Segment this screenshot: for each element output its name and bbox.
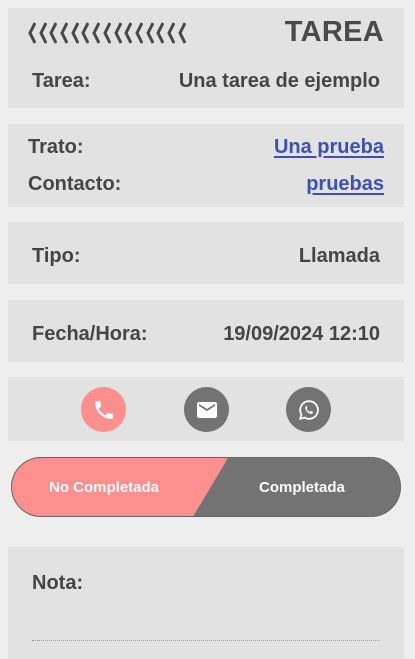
chevron-left-icon [135, 22, 143, 44]
trato-link[interactable]: Una prueba [274, 136, 384, 159]
back-chevrons[interactable] [28, 20, 186, 46]
contact-actions-panel [8, 377, 404, 441]
note-input-line[interactable] [32, 640, 380, 641]
chevron-left-icon [145, 22, 154, 44]
phone-icon [94, 400, 113, 419]
whatsapp-button[interactable] [286, 387, 331, 432]
email-button[interactable] [184, 387, 229, 432]
page-title: TAREA [284, 16, 384, 48]
contacto-label: Contacto: [28, 173, 122, 195]
chevron-left-icon [103, 22, 111, 44]
note-panel: Nota: [8, 547, 404, 659]
tarea-value: Una tarea de ejemplo [178, 70, 380, 92]
task-header: TAREA Tarea: Una tarea de ejemplo [8, 8, 404, 108]
fecha-label: Fecha/Hora: [32, 323, 148, 345]
chevron-left-icon [39, 22, 47, 44]
chevron-left-icon [156, 22, 165, 44]
call-button[interactable] [81, 387, 126, 432]
chevron-left-icon [81, 22, 90, 44]
deal-contact-panel: Trato: Una prueba Contacto: pruebas [8, 124, 404, 207]
not-completed-label[interactable]: No Completada [49, 479, 159, 496]
chevron-left-icon [92, 22, 101, 44]
tarea-label: Tarea: [32, 70, 91, 92]
contacto-link[interactable]: pruebas [306, 173, 384, 196]
chevron-left-icon [167, 22, 175, 44]
tipo-label: Tipo: [32, 245, 81, 267]
chevron-left-icon [28, 22, 36, 44]
whatsapp-icon [298, 399, 319, 420]
fecha-value: 19/09/2024 12:10 [223, 323, 380, 345]
completed-label[interactable]: Completada [259, 479, 345, 496]
completion-toggle: No Completada Completada [11, 457, 401, 517]
email-icon [196, 401, 217, 418]
chevron-left-icon [49, 22, 58, 44]
type-panel: Tipo: Llamada [8, 222, 404, 284]
chevron-left-icon [113, 22, 122, 44]
tipo-value: Llamada [298, 245, 380, 267]
chevron-left-icon [177, 22, 186, 44]
chevron-left-icon [124, 22, 133, 44]
datetime-panel: Fecha/Hora: 19/09/2024 12:10 [8, 300, 404, 362]
nota-label: Nota: [32, 572, 84, 594]
trato-label: Trato: [28, 136, 84, 158]
chevron-left-icon [71, 22, 79, 44]
chevron-left-icon [60, 22, 69, 44]
